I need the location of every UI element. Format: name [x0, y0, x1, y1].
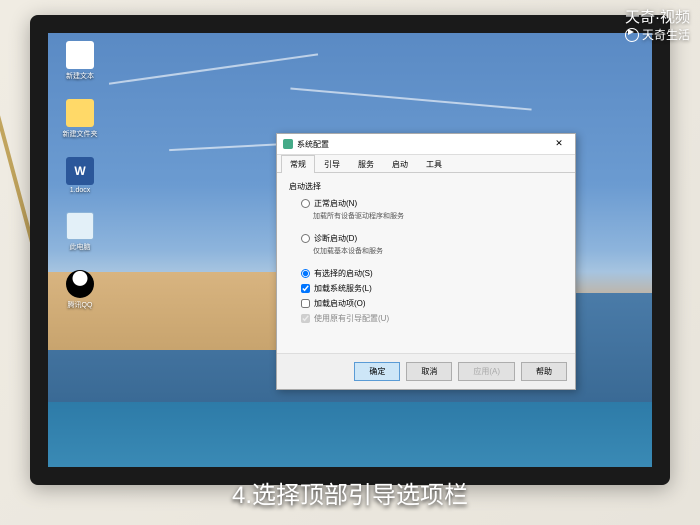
tab-0[interactable]: 常规	[281, 155, 315, 173]
ok-button[interactable]: 确定	[354, 362, 400, 381]
dialog-title-text: 系统配置	[297, 139, 329, 150]
tab-4[interactable]: 工具	[417, 155, 451, 173]
monitor-frame: 新建文本新建文件夹 1.docx 此电脑腾讯QQ 系统配置 ✕ 常规引导服务启动工具…	[30, 15, 670, 485]
checkbox-load-system-services[interactable]	[301, 284, 310, 293]
cancel-button[interactable]: 取消	[406, 362, 452, 381]
desktop-icon-label: 腾讯QQ	[68, 300, 93, 310]
tab-2[interactable]: 服务	[349, 155, 383, 173]
checkbox-system-label: 加载系统服务(L)	[314, 283, 372, 294]
word-icon	[66, 157, 94, 185]
desktop-icons-column: 新建文本新建文件夹 1.docx 此电脑腾讯QQ	[56, 41, 104, 310]
radio-normal-startup[interactable]	[301, 199, 310, 208]
desktop-icon-label: 1.docx	[70, 187, 91, 194]
dialog-button-row: 确定 取消 应用(A) 帮助	[277, 353, 575, 389]
radio-diagnostic-label: 诊断启动(D)	[314, 233, 357, 244]
checkbox-original-label: 使用原有引导配置(U)	[314, 313, 389, 324]
dialog-titlebar[interactable]: 系统配置 ✕	[277, 134, 575, 155]
msconfig-dialog: 系统配置 ✕ 常规引导服务启动工具 启动选择 正常启动(N) 加载所有设备驱动程…	[276, 133, 576, 390]
close-button[interactable]: ✕	[549, 137, 569, 151]
tab-1[interactable]: 引导	[315, 155, 349, 173]
radio-diagnostic-startup[interactable]	[301, 234, 310, 243]
wallpaper-streak	[109, 53, 319, 84]
checkbox-load-startup-items[interactable]	[301, 299, 310, 308]
apply-button[interactable]: 应用(A)	[458, 362, 515, 381]
normal-startup-desc: 加载所有设备驱动程序和服务	[289, 211, 563, 221]
desktop-icon-label: 此电脑	[70, 242, 91, 252]
help-button[interactable]: 帮助	[521, 362, 567, 381]
radio-selective-startup[interactable]	[301, 269, 310, 278]
radio-selective-label: 有选择的启动(S)	[314, 268, 373, 279]
radio-normal-label: 正常启动(N)	[314, 198, 357, 209]
desktop-icon-folder[interactable]: 新建文件夹	[56, 99, 104, 139]
desktop-icon-label: 新建文件夹	[63, 129, 98, 139]
desktop-icon-qq[interactable]: 腾讯QQ	[56, 270, 104, 310]
startup-section-label: 启动选择	[289, 181, 563, 192]
desktop-icon-label: 新建文本	[66, 71, 94, 81]
dialog-tabs: 常规引导服务启动工具	[277, 155, 575, 173]
checkbox-original-boot	[301, 314, 310, 323]
checkbox-startup-label: 加载启动项(O)	[314, 298, 366, 309]
tab-3[interactable]: 启动	[383, 155, 417, 173]
file-icon	[66, 41, 94, 69]
desktop-icon-word[interactable]: 1.docx	[56, 157, 104, 194]
diagnostic-startup-desc: 仅加载基本设备和服务	[289, 246, 563, 256]
watermark-sub: 天奇生活	[625, 26, 690, 43]
desktop-icon-pc[interactable]: 此电脑	[56, 212, 104, 252]
instruction-caption: 4.选择顶部引导选项栏	[232, 475, 468, 510]
desktop-screen[interactable]: 新建文本新建文件夹 1.docx 此电脑腾讯QQ 系统配置 ✕ 常规引导服务启动工具…	[48, 33, 652, 467]
watermark-brand: 天奇·视频	[625, 6, 690, 27]
pc-icon	[66, 212, 94, 240]
folder-icon	[66, 99, 94, 127]
qq-icon	[66, 270, 94, 298]
wallpaper-streak	[290, 88, 531, 111]
msconfig-icon	[283, 139, 293, 149]
dialog-body: 启动选择 正常启动(N) 加载所有设备驱动程序和服务 诊断启动(D) 仅加载基本…	[277, 173, 575, 353]
desktop-icon-file[interactable]: 新建文本	[56, 41, 104, 81]
